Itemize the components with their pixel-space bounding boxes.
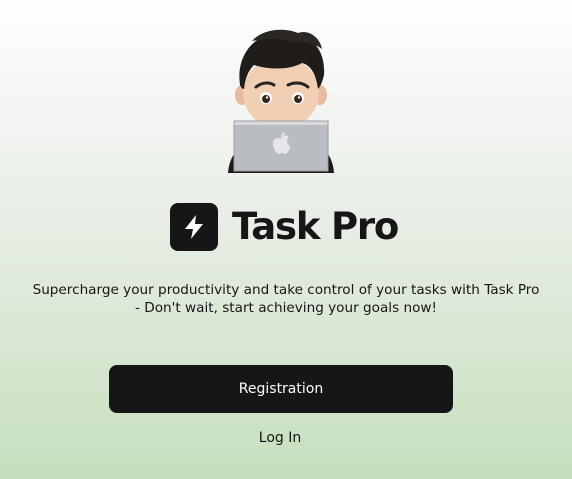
avatar-illustration	[228, 29, 334, 173]
welcome-page: Task Pro Supercharge your productivity a…	[0, 0, 572, 479]
brand: Task Pro	[170, 203, 399, 251]
tagline: Supercharge your productivity and take c…	[32, 282, 540, 316]
registration-button[interactable]: Registration	[109, 365, 453, 413]
lightning-bolt-icon	[185, 215, 203, 239]
app-title: Task Pro	[232, 205, 399, 248]
logo-badge	[170, 203, 218, 251]
login-link[interactable]: Log In	[230, 428, 330, 448]
